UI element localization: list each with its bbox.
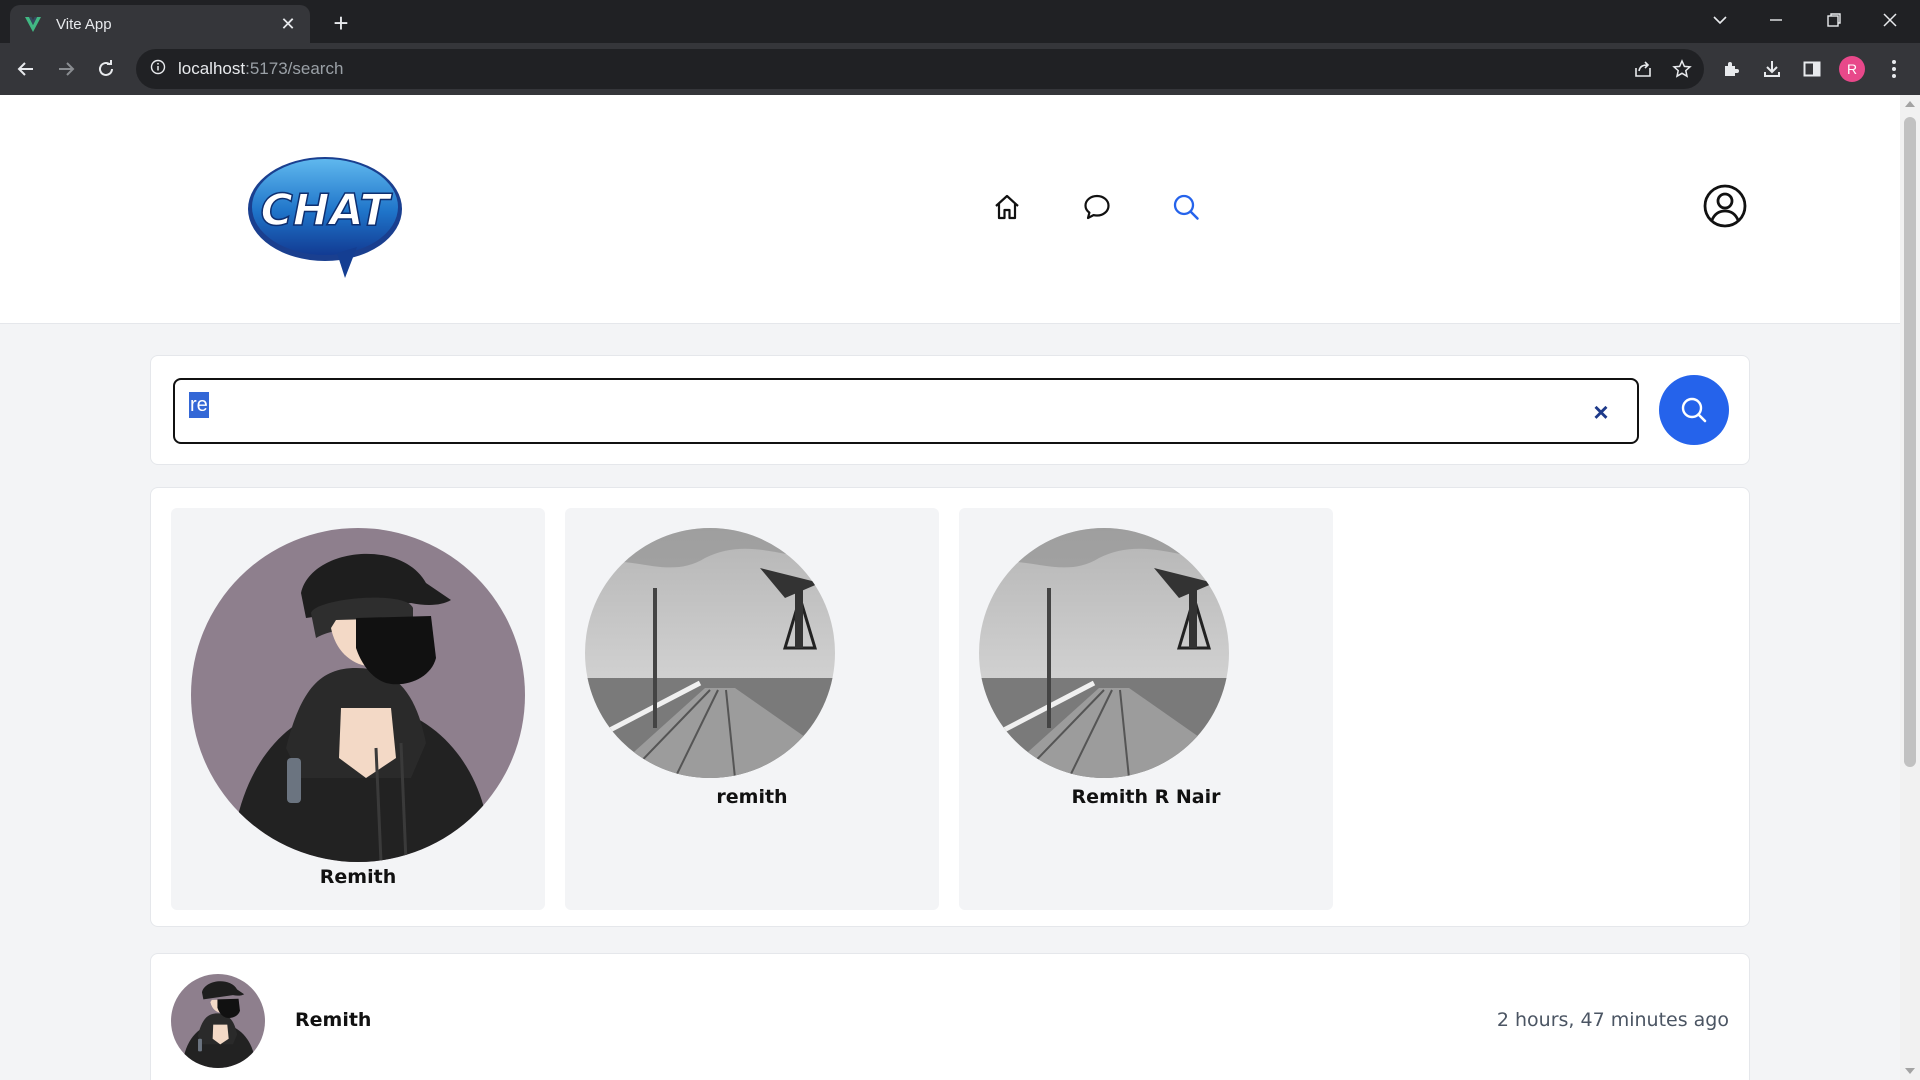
search-card: re × <box>150 355 1750 465</box>
browser-menu-icon[interactable] <box>1878 53 1910 85</box>
scrollbar-thumb[interactable] <box>1904 117 1916 767</box>
search-submit-button[interactable] <box>1659 375 1729 445</box>
pier-photo-avatar <box>979 528 1229 778</box>
share-icon[interactable] <box>1627 53 1659 85</box>
result-card[interactable]: Remith R Nair <box>959 508 1333 910</box>
page-scrollbar[interactable] <box>1900 95 1920 1080</box>
side-panel-icon[interactable] <box>1796 53 1828 85</box>
result-card[interactable]: remith <box>565 508 939 910</box>
profile-initial: R <box>1839 56 1865 82</box>
search-input[interactable]: re <box>189 392 1569 428</box>
address-bar[interactable]: localhost:5173/search <box>136 49 1704 89</box>
recent-chat-item[interactable]: Remith 2 hours, 47 minutes ago <box>150 953 1750 1080</box>
masked-person-avatar <box>171 974 265 1068</box>
minimize-icon[interactable] <box>1748 0 1804 40</box>
tab-close-button[interactable]: ✕ <box>278 14 298 35</box>
scroll-down-arrow-icon[interactable] <box>1905 1068 1915 1074</box>
search-results: Remith remith Remith R Nair <box>150 487 1750 927</box>
clear-search-button[interactable]: × <box>1591 399 1611 425</box>
extensions-puzzle-icon[interactable] <box>1715 53 1747 85</box>
selected-search-text: re <box>189 392 209 418</box>
user-circle-icon[interactable] <box>1702 183 1748 229</box>
restore-icon[interactable] <box>1806 0 1862 40</box>
logo-text: CHAT <box>261 185 393 236</box>
home-icon[interactable] <box>987 187 1027 227</box>
url-path: :5173/search <box>245 59 344 78</box>
recent-chat-time: 2 hours, 47 minutes ago <box>1496 1009 1729 1031</box>
chat-bubble-icon[interactable] <box>1077 187 1117 227</box>
forward-arrow-icon[interactable] <box>50 53 82 85</box>
url-text: localhost:5173/search <box>178 59 343 79</box>
result-card[interactable]: Remith <box>171 508 545 910</box>
page-viewport: CHAT re × Remith remith Remith R Nair Re… <box>0 95 1900 1080</box>
window-close-icon[interactable] <box>1862 0 1918 40</box>
bookmark-star-icon[interactable] <box>1666 53 1698 85</box>
chat-logo[interactable]: CHAT <box>245 155 405 280</box>
back-arrow-icon[interactable] <box>10 53 42 85</box>
result-name: remith <box>716 786 788 808</box>
reload-icon[interactable] <box>90 53 122 85</box>
browser-tab[interactable]: Vite App ✕ <box>10 5 310 43</box>
download-icon[interactable] <box>1756 53 1788 85</box>
search-nav-icon[interactable] <box>1166 187 1206 227</box>
vite-favicon-icon <box>22 13 44 35</box>
masked-person-avatar <box>191 528 525 862</box>
search-field[interactable]: re × <box>173 378 1639 444</box>
profile-avatar[interactable]: R <box>1836 53 1868 85</box>
tab-search-chevron-icon[interactable] <box>1692 0 1748 40</box>
new-tab-button[interactable]: + <box>326 8 356 38</box>
browser-toolbar: localhost:5173/search R <box>0 43 1920 95</box>
search-icon <box>1681 397 1707 423</box>
tab-title: Vite App <box>56 15 112 33</box>
recent-chat-name: Remith <box>295 1009 372 1031</box>
result-name: Remith <box>319 866 397 888</box>
pier-photo-avatar <box>585 528 835 778</box>
site-info-icon[interactable] <box>150 59 166 80</box>
browser-tab-bar: Vite App ✕ + <box>0 0 1920 43</box>
result-name: Remith R Nair <box>1071 786 1221 808</box>
scroll-up-arrow-icon[interactable] <box>1905 101 1915 107</box>
url-host: localhost <box>178 59 246 78</box>
app-header: CHAT <box>0 95 1900 324</box>
